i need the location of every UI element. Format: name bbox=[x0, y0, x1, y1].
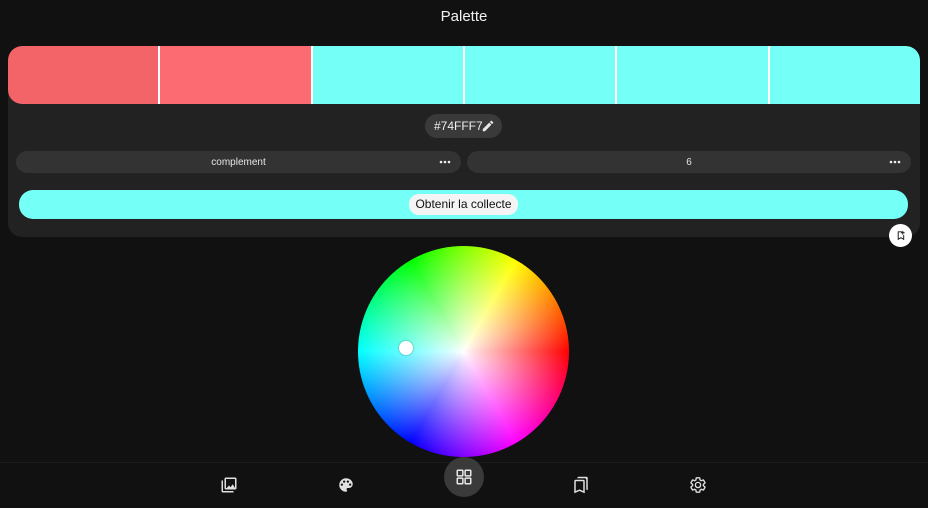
scheme-select[interactable]: complement bbox=[16, 151, 461, 173]
color-wheel-handle[interactable] bbox=[399, 341, 413, 355]
pencil-edit-icon[interactable] bbox=[481, 119, 495, 133]
palette-swatch-4[interactable] bbox=[464, 46, 618, 104]
palette-swatch-2[interactable] bbox=[160, 46, 313, 104]
bookmark-add-button[interactable] bbox=[889, 224, 912, 247]
hex-color-chip[interactable]: #74FFF7 bbox=[425, 114, 502, 138]
grid-nav-button[interactable] bbox=[444, 457, 484, 497]
palette-swatch-5[interactable] bbox=[617, 46, 770, 104]
color-wheel[interactable] bbox=[358, 246, 569, 457]
get-collection-button[interactable]: Obtenir la collecte bbox=[19, 190, 908, 219]
bookmarks-icon[interactable] bbox=[572, 476, 590, 494]
palette-swatch-3[interactable] bbox=[312, 46, 465, 104]
hex-value: #74FFF7 bbox=[434, 119, 483, 133]
palette-swatch-6[interactable] bbox=[769, 46, 920, 104]
color-wheel-surface[interactable] bbox=[358, 246, 569, 457]
scheme-value: complement bbox=[211, 156, 266, 168]
grid-icon bbox=[456, 469, 472, 485]
count-select[interactable]: 6 bbox=[467, 151, 911, 173]
palette-card: #74FFF7 complement 6 Obtenir la collecte bbox=[8, 46, 920, 237]
count-value: 6 bbox=[686, 156, 692, 168]
more-horizontal-icon[interactable] bbox=[439, 158, 451, 166]
bookmark-add-icon bbox=[897, 230, 905, 241]
get-collection-label: Obtenir la collecte bbox=[409, 194, 518, 215]
palette-icon[interactable] bbox=[337, 476, 355, 494]
palette-swatch-1[interactable] bbox=[8, 46, 161, 104]
page-title: Palette bbox=[440, 8, 488, 25]
image-gallery-icon[interactable] bbox=[220, 476, 238, 494]
palette-swatches bbox=[8, 46, 920, 104]
more-horizontal-icon[interactable] bbox=[889, 158, 901, 166]
bottom-navigation bbox=[0, 457, 928, 508]
settings-gear-icon[interactable] bbox=[689, 476, 707, 494]
